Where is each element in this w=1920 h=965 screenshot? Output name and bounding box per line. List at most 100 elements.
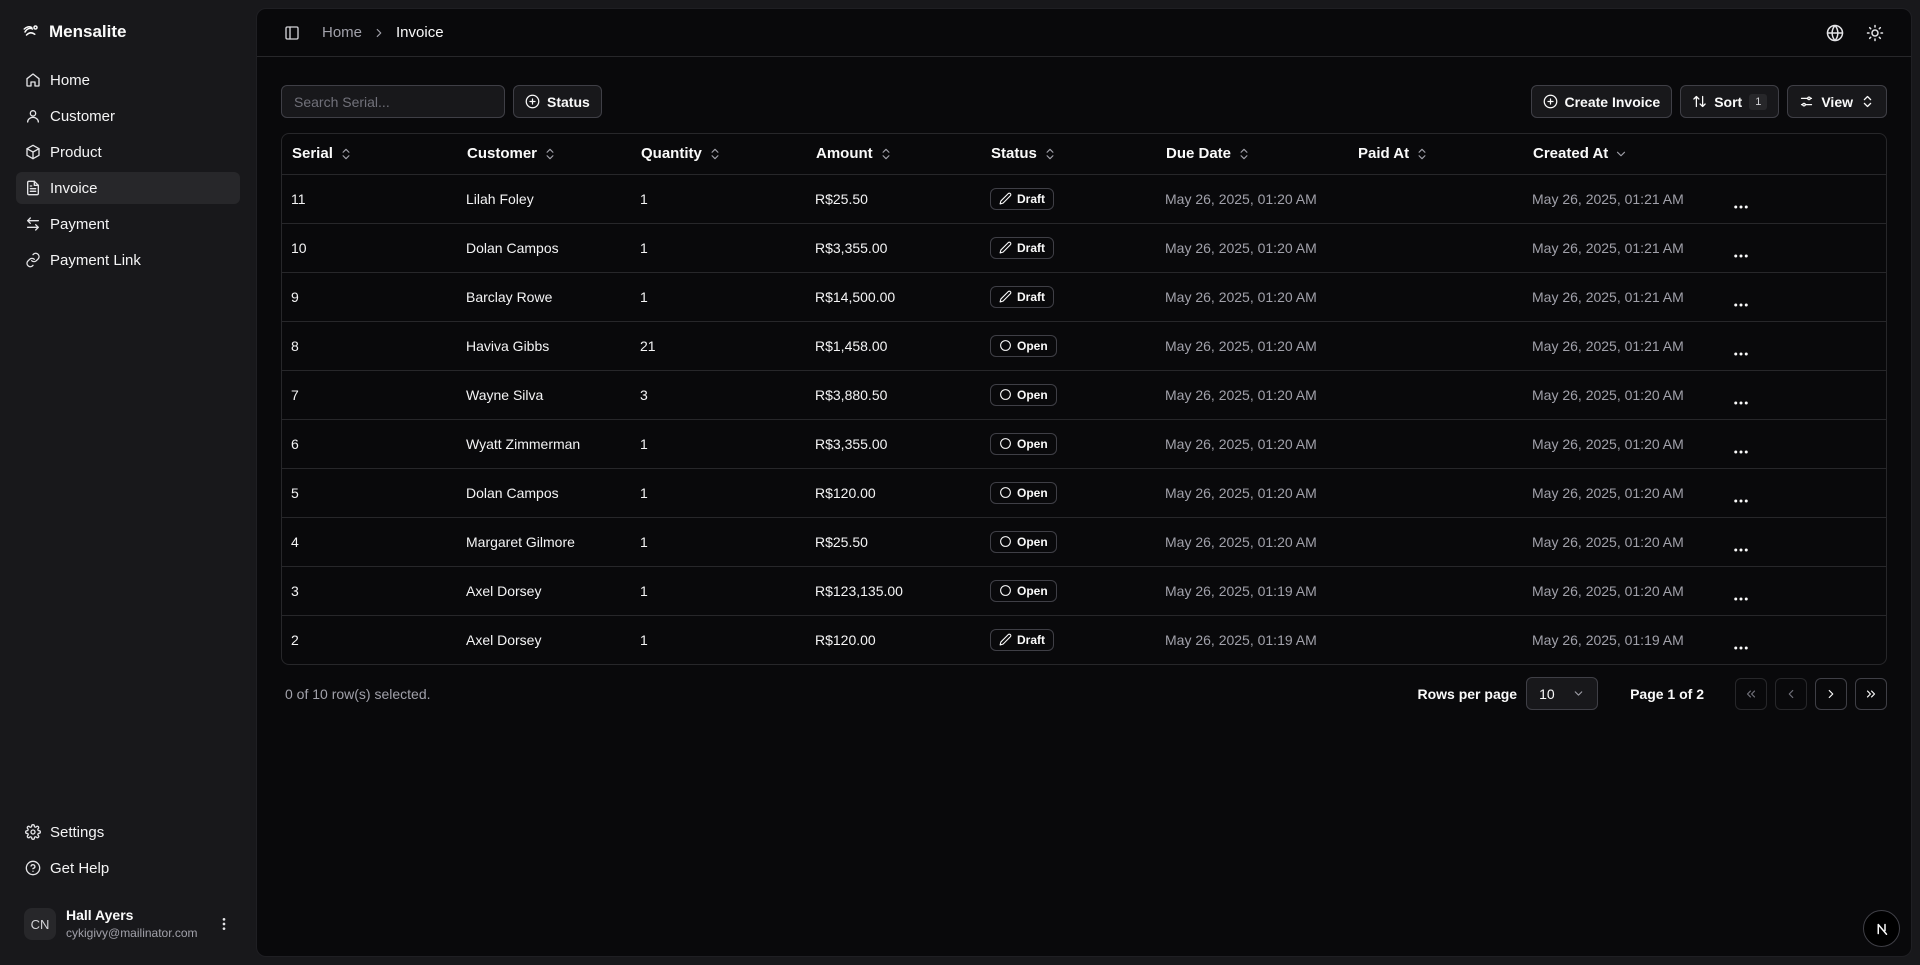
table-row[interactable]: 9 Barclay Rowe 1 R$14,500.00 Draft May 26, 20… xyxy=(282,271,1886,321)
table-row[interactable]: 11 Lilah Foley 1 R$25.50 Draft May 26, 2025, … xyxy=(282,173,1886,223)
more-horizontal-icon[interactable] xyxy=(1732,590,1877,608)
sidebar-item-payment-link[interactable]: Payment Link xyxy=(16,244,240,276)
plus-circle-icon xyxy=(1543,94,1558,109)
cell-due-date: May 26, 2025, 01:20 AM xyxy=(1156,467,1348,517)
cell-quantity: 1 xyxy=(631,418,806,468)
status-label: Draft xyxy=(1017,632,1046,647)
cell-due-date: May 26, 2025, 01:20 AM xyxy=(1156,222,1348,272)
sun-icon[interactable] xyxy=(1866,24,1884,42)
sidebar-item-customer[interactable]: Customer xyxy=(16,100,240,132)
next-page-button[interactable] xyxy=(1815,677,1847,710)
cell-due-date: May 26, 2025, 01:20 AM xyxy=(1156,418,1348,468)
create-invoice-button[interactable]: Create Invoice xyxy=(1530,85,1673,118)
sidebar-item-payment[interactable]: Payment xyxy=(16,208,240,240)
table-row[interactable]: 7 Wayne Silva 3 R$3,880.50 Open May 26, 2025,… xyxy=(282,369,1886,419)
column-header-created-at[interactable]: Created At xyxy=(1523,134,1723,174)
more-horizontal-icon[interactable] xyxy=(1732,296,1877,314)
previous-page-button[interactable] xyxy=(1775,677,1807,710)
more-horizontal-icon[interactable] xyxy=(1732,492,1877,510)
sidebar-item-invoice[interactable]: Invoice xyxy=(16,172,240,204)
column-header-serial[interactable]: Serial xyxy=(282,134,457,174)
last-page-button[interactable] xyxy=(1855,677,1887,710)
status-label: Open xyxy=(1017,338,1048,353)
view-button[interactable]: View xyxy=(1787,85,1887,118)
more-vertical-icon[interactable] xyxy=(216,916,232,932)
more-horizontal-icon[interactable] xyxy=(1732,639,1877,657)
column-header-quantity[interactable]: Quantity xyxy=(631,134,806,174)
invoice-content: Status Create Invoice Sort 1 View xyxy=(257,57,1911,710)
table-row[interactable]: 4 Margaret Gilmore 1 R$25.50 Open May 26, 202… xyxy=(282,516,1886,566)
breadcrumb-home[interactable]: Home xyxy=(322,24,362,41)
first-page-button[interactable] xyxy=(1735,677,1767,710)
column-header-due-date[interactable]: Due Date xyxy=(1156,134,1348,174)
cell-paid-at xyxy=(1348,320,1523,370)
sidebar-item-label: Customer xyxy=(50,107,116,125)
more-horizontal-icon[interactable] xyxy=(1732,541,1877,559)
circle-icon xyxy=(999,486,1012,499)
cell-status: Open xyxy=(981,516,1156,566)
more-horizontal-icon[interactable] xyxy=(1732,247,1877,265)
cell-amount: R$25.50 xyxy=(806,516,981,566)
status-filter-button[interactable]: Status xyxy=(513,85,602,118)
more-horizontal-icon[interactable] xyxy=(1732,443,1877,461)
column-header-paid-at[interactable]: Paid At xyxy=(1348,134,1523,174)
chevrons-up-down-icon xyxy=(879,147,893,161)
cell-actions xyxy=(1723,222,1886,272)
pencil-icon xyxy=(999,633,1012,646)
circle-icon xyxy=(999,339,1012,352)
table-row[interactable]: 2 Axel Dorsey 1 R$120.00 Draft May 26, 2025, … xyxy=(282,614,1886,664)
more-horizontal-icon[interactable] xyxy=(1732,198,1877,216)
cell-quantity: 1 xyxy=(631,467,806,517)
chevrons-up-down-icon xyxy=(1415,147,1429,161)
home-icon xyxy=(25,72,41,88)
chevron-down-icon xyxy=(1572,687,1585,700)
table-row[interactable]: 5 Dolan Campos 1 R$120.00 Open May 26, 2025, … xyxy=(282,467,1886,517)
sidebar-item-home[interactable]: Home xyxy=(16,64,240,96)
search-input[interactable] xyxy=(281,85,505,118)
status-badge: Open xyxy=(990,481,1057,504)
column-header-amount[interactable]: Amount xyxy=(806,134,981,174)
cell-paid-at xyxy=(1348,173,1523,223)
user-profile[interactable]: CN Hall Ayers cykigivy@mailinator.com xyxy=(16,902,240,946)
main-panel: Home Invoice Status Create Invoice Sort xyxy=(256,8,1912,957)
status-badge: Open xyxy=(990,530,1057,553)
cell-status: Draft xyxy=(981,222,1156,272)
status-badge: Open xyxy=(990,432,1057,455)
status-badge: Draft xyxy=(990,236,1055,259)
cell-serial: 11 xyxy=(282,173,457,223)
circle-icon xyxy=(999,437,1012,450)
table-row[interactable]: 3 Axel Dorsey 1 R$123,135.00 Open May 26, 202… xyxy=(282,565,1886,615)
sidebar-toggle-icon[interactable] xyxy=(284,25,300,41)
circle-icon xyxy=(999,388,1012,401)
sidebar-item-product[interactable]: Product xyxy=(16,136,240,168)
cell-created-at: May 26, 2025, 01:21 AM xyxy=(1523,222,1723,272)
sort-button[interactable]: Sort 1 xyxy=(1680,85,1780,118)
more-horizontal-icon[interactable] xyxy=(1732,394,1877,412)
pencil-icon xyxy=(999,192,1012,205)
cell-actions xyxy=(1723,565,1886,615)
status-badge: Draft xyxy=(990,628,1055,651)
globe-icon[interactable] xyxy=(1826,24,1844,42)
invoice-table: Serial Customer Quantity Amount Status D… xyxy=(281,133,1887,665)
sidebar-item-label: Invoice xyxy=(50,179,98,197)
cell-customer: Wyatt Zimmerman xyxy=(457,418,631,468)
cell-serial: 3 xyxy=(282,565,457,615)
status-label: Open xyxy=(1017,485,1048,500)
sidebar-item-settings[interactable]: Settings xyxy=(16,816,240,848)
sidebar-nav: Home Customer Product Invoice Payment Pa… xyxy=(16,64,240,280)
sidebar-item-get-help[interactable]: Get Help xyxy=(16,852,240,884)
status-label: Open xyxy=(1017,387,1048,402)
cell-amount: R$3,880.50 xyxy=(806,369,981,419)
table-row[interactable]: 6 Wyatt Zimmerman 1 R$3,355.00 Open May 26, 2… xyxy=(282,418,1886,468)
pagination xyxy=(1735,677,1887,710)
table-row[interactable]: 8 Haviva Gibbs 21 R$1,458.00 Open May 26, 202… xyxy=(282,320,1886,370)
column-header-status[interactable]: Status xyxy=(981,134,1156,174)
table-row[interactable]: 10 Dolan Campos 1 R$3,355.00 Draft May 26, 20… xyxy=(282,222,1886,272)
brand[interactable]: Mensalite xyxy=(22,21,126,43)
nextjs-dev-badge[interactable] xyxy=(1863,910,1900,947)
column-header-customer[interactable]: Customer xyxy=(457,134,631,174)
chevrons-up-down-icon xyxy=(708,147,722,161)
more-horizontal-icon[interactable] xyxy=(1732,345,1877,363)
rows-per-page-select[interactable]: 10 xyxy=(1526,677,1599,710)
status-label: Open xyxy=(1017,436,1048,451)
